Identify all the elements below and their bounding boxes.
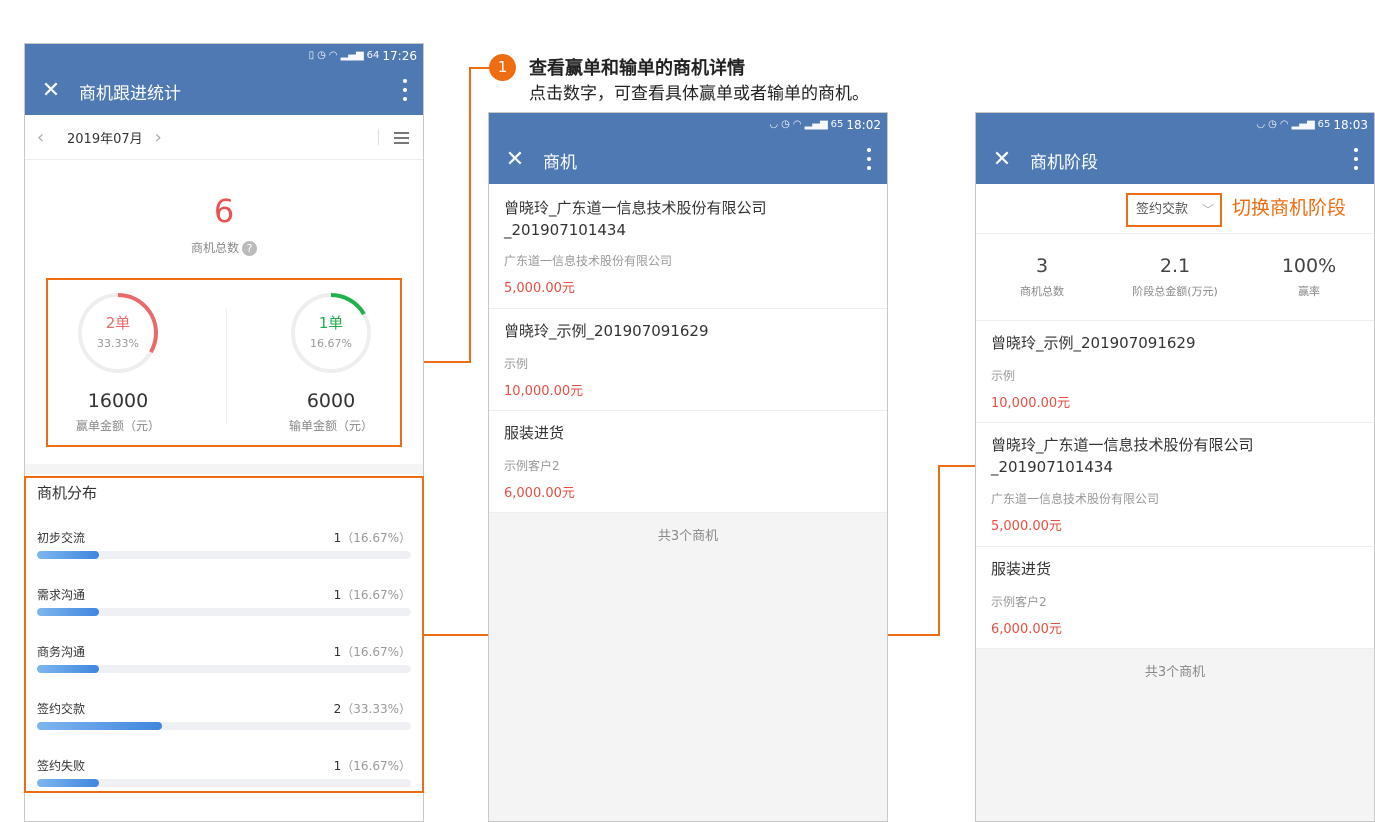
close-icon[interactable]: ✕ [29, 67, 73, 115]
deal-item[interactable]: 曾晓玲_示例_201907091629 示例 10,000.00元 [489, 309, 887, 411]
deal-amount: 6,000.00元 [991, 622, 1062, 637]
switch-stage-callout: 切换商机阶段 [1232, 197, 1347, 219]
signal-icon: ▂▄▆ [340, 50, 364, 61]
deal-item[interactable]: 曾晓玲_广东道一信息技术股份有限公司_201907101434 广东道一信息技术… [489, 184, 887, 309]
help-icon[interactable]: ? [242, 241, 257, 256]
section-gap [25, 464, 423, 474]
status-time: 17:26 [382, 48, 417, 63]
vibrate-icon: ▯ [308, 50, 315, 61]
headset-icon: ◡ [1256, 119, 1266, 130]
app-bar: ✕ 商机阶段 [976, 136, 1374, 184]
callout-title: 查看赢单和输单的商机详情 [529, 58, 745, 79]
highlight-win-loss [46, 278, 402, 447]
stat-value: 3 [1035, 255, 1049, 277]
stat-label: 阶段总金额(万元) [1132, 285, 1218, 298]
stat-value: 2.1 [1159, 255, 1191, 277]
status-bar: ◡ ◷ ◠ ▂▄▆ 65 18:02 [489, 113, 887, 136]
page-title: 商机跟进统计 [79, 83, 181, 104]
stat-value: 100% [1281, 255, 1337, 277]
deal-name: 服装进货 [504, 424, 565, 442]
deal-name: 曾晓玲_示例_201907091629 [991, 334, 1196, 352]
page-title: 商机 [543, 152, 577, 173]
deal-item[interactable]: 服装进货 示例客户2 6,000.00元 [976, 547, 1374, 649]
list-icon[interactable] [394, 132, 409, 147]
month-selector: ‹ 2019年07月 › [25, 115, 423, 160]
status-bar: ◡ ◷ ◠ ▂▄▆ 65 18:03 [976, 113, 1374, 136]
deal-name: 曾晓玲_广东道一信息技术股份有限公司_201907101434 [991, 436, 1254, 476]
battery-icon: 65 [830, 119, 844, 130]
app-bar: ✕ 商机 [489, 136, 887, 184]
status-bar: ▯ ◷ ◠ ▂▄▆ 64 17:26 [25, 44, 423, 67]
list-footer: 共3个商机 [976, 649, 1374, 821]
wifi-icon: ◠ [792, 119, 802, 130]
deal-amount: 6,000.00元 [504, 486, 575, 501]
total-deals-label: 商机总数? [25, 239, 423, 256]
stage-select[interactable]: 签约交款 ﹀ [1126, 193, 1222, 227]
close-icon[interactable]: ✕ [980, 136, 1024, 184]
headset-icon: ◡ [769, 119, 779, 130]
list-footer: 共3个商机 [489, 513, 887, 821]
deal-item[interactable]: 曾晓玲_广东道一信息技术股份有限公司_201907101434 广东道一信息技术… [976, 423, 1374, 547]
stat-stage-amount: 2.1 阶段总金额(万元) [1110, 255, 1240, 299]
deal-item[interactable]: 服装进货 示例客户2 6,000.00元 [489, 411, 887, 513]
total-deals-label-text: 商机总数 [190, 241, 239, 255]
deal-amount: 10,000.00元 [991, 396, 1071, 411]
signal-icon: ▂▄▆ [804, 119, 828, 130]
wifi-icon: ◠ [328, 50, 338, 61]
deal-customer: 广东道一信息技术股份有限公司 [991, 492, 1160, 506]
stage-select-value: 签约交款 [1136, 202, 1189, 217]
alarm-icon: ◷ [317, 50, 326, 61]
status-time: 18:02 [846, 117, 881, 132]
alarm-icon: ◷ [781, 119, 790, 130]
signal-icon: ▂▄▆ [1291, 119, 1315, 130]
more-menu-icon[interactable] [867, 148, 871, 172]
callout-number: 1 [489, 54, 516, 81]
connector-v2 [938, 465, 940, 636]
stat-win-rate: 100% 赢率 [1244, 255, 1374, 299]
more-menu-icon[interactable] [403, 79, 407, 103]
divider [378, 129, 379, 145]
deal-name: 曾晓玲_示例_201907091629 [504, 322, 709, 340]
phone-deals-screen: ◡ ◷ ◠ ▂▄▆ 65 18:02 ✕ 商机 曾晓玲_广东道一信息技术股份有限… [488, 112, 888, 822]
deal-amount: 5,000.00元 [991, 519, 1062, 534]
wifi-icon: ◠ [1279, 119, 1289, 130]
deal-customer: 示例 [991, 369, 1016, 383]
connector-h3 [938, 465, 976, 467]
status-time: 18:03 [1333, 117, 1368, 132]
deal-customer: 示例客户2 [504, 459, 560, 473]
callout-description: 点击数字，可查看具体赢单或者输单的商机。 [529, 84, 869, 104]
list-footer-count: 共3个商机 [1144, 665, 1206, 680]
deal-name: 曾晓玲_广东道一信息技术股份有限公司_201907101434 [504, 199, 767, 239]
chevron-right-icon[interactable]: › [155, 127, 173, 148]
battery-icon: 65 [1317, 119, 1331, 130]
total-deals-value[interactable]: 6 [25, 192, 423, 230]
battery-icon: 64 [366, 50, 380, 61]
deal-amount: 10,000.00元 [504, 384, 584, 399]
page-title: 商机阶段 [1030, 152, 1098, 173]
close-icon[interactable]: ✕ [493, 136, 537, 184]
app-bar: ✕ 商机跟进统计 [25, 67, 423, 115]
chevron-down-icon: ﹀ [1201, 203, 1214, 217]
connector-v1 [469, 67, 471, 363]
stat-total-deals: 3 商机总数 [977, 255, 1107, 299]
list-footer-count: 共3个商机 [657, 529, 719, 544]
stat-label: 赢率 [1298, 285, 1320, 298]
stat-label: 商机总数 [1020, 285, 1064, 298]
deal-name: 服装进货 [991, 560, 1052, 578]
month-label[interactable]: 2019年07月 [67, 128, 143, 147]
highlight-distribution [24, 476, 424, 793]
connector-h1a [469, 67, 490, 69]
deal-item[interactable]: 曾晓玲_示例_201907091629 示例 10,000.00元 [976, 321, 1374, 423]
chevron-left-icon[interactable]: ‹ [37, 127, 55, 148]
deal-amount: 5,000.00元 [504, 281, 575, 296]
deal-customer: 示例 [504, 357, 529, 371]
alarm-icon: ◷ [1268, 119, 1277, 130]
deal-customer: 示例客户2 [991, 595, 1047, 609]
more-menu-icon[interactable] [1354, 148, 1358, 172]
deal-customer: 广东道一信息技术股份有限公司 [504, 254, 673, 268]
